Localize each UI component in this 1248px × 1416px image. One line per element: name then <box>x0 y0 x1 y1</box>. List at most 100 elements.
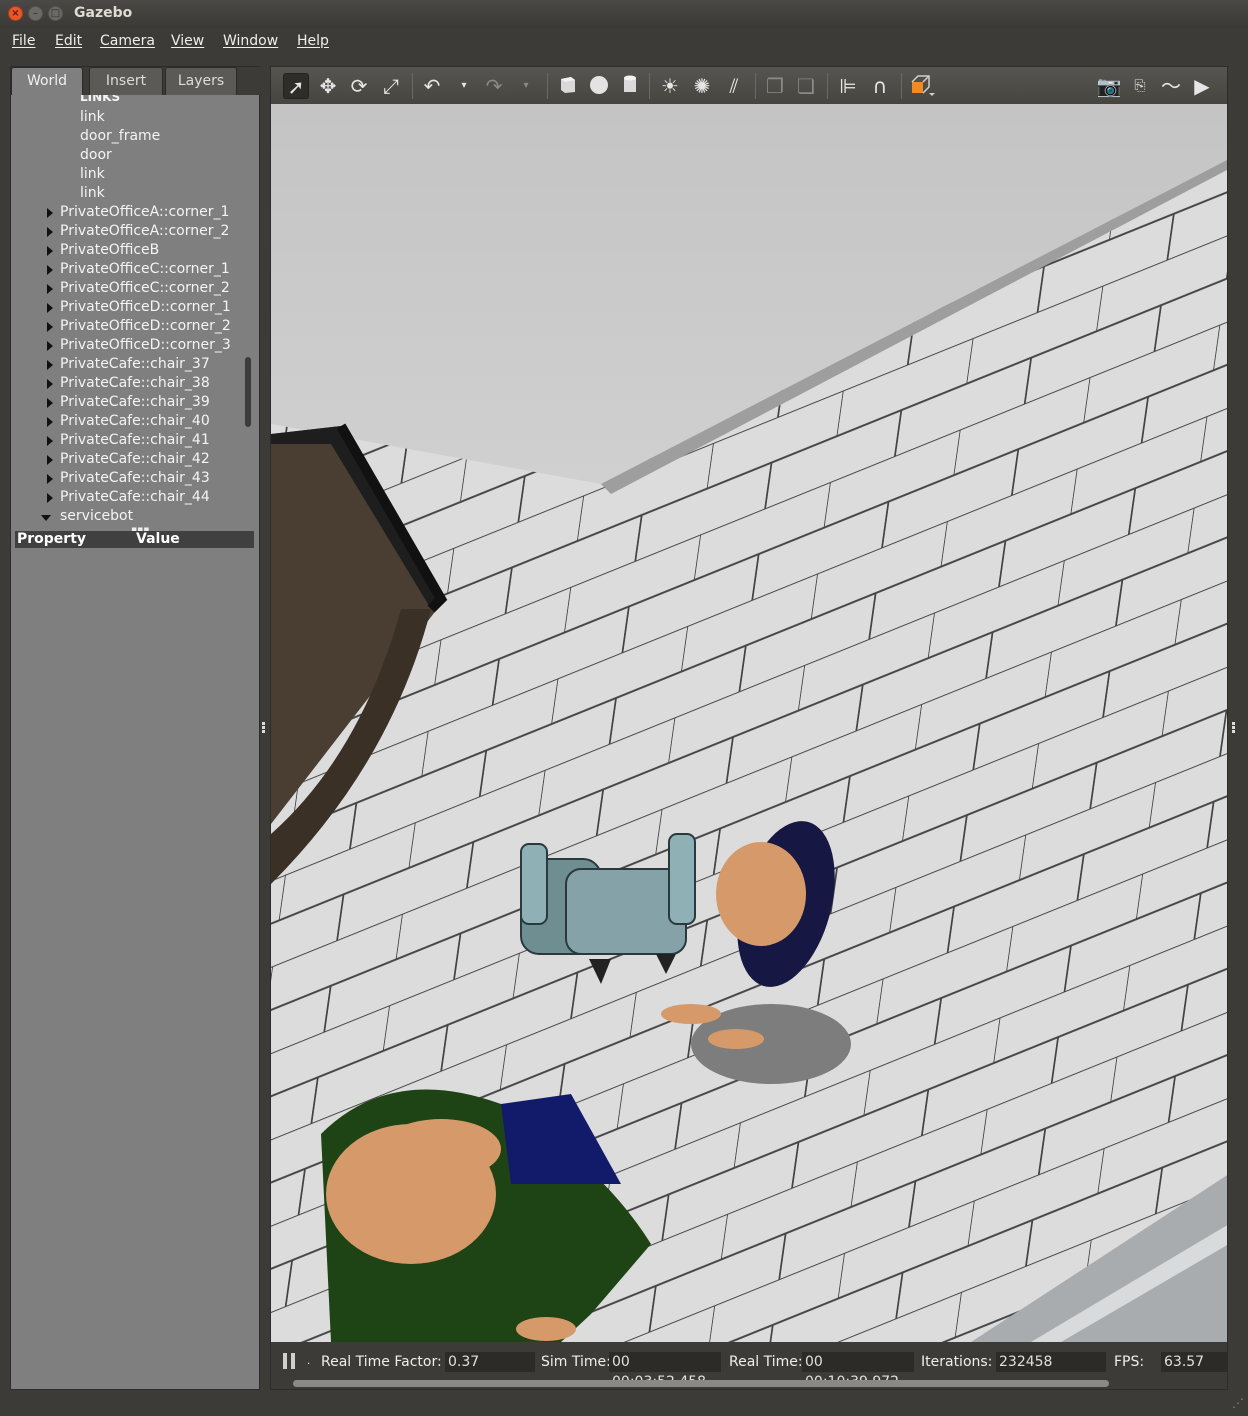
select-mode-icon[interactable]: ➚ <box>283 73 309 99</box>
tree-model-label: PrivateOfficeD::corner_2 <box>60 318 231 334</box>
align-icon[interactable]: ⊫ <box>835 73 861 99</box>
horizontal-scrollbar[interactable] <box>293 1380 1109 1387</box>
redo-icon[interactable]: ↷ <box>481 73 507 99</box>
right-splitter-grip[interactable] <box>1232 722 1236 734</box>
menu-bar: File Edit Camera View Window Help <box>0 28 1248 58</box>
menu-help[interactable]: Help <box>297 33 329 49</box>
menu-file[interactable]: File <box>12 33 35 49</box>
real-time-label: Real Time: <box>729 1354 803 1370</box>
collapse-arrow-icon[interactable] <box>41 515 51 521</box>
view-angle-icon[interactable] <box>909 73 935 99</box>
tree-link-item[interactable]: link <box>80 185 105 204</box>
pause-icon[interactable] <box>283 1353 297 1369</box>
expand-arrow-icon[interactable] <box>47 398 53 408</box>
expand-arrow-icon[interactable] <box>47 474 53 484</box>
spot-light-icon[interactable]: ✺ <box>689 73 715 99</box>
toolbar-separator <box>547 73 548 99</box>
directional-light-icon[interactable]: ⫽ <box>721 73 747 99</box>
tree-model-label: servicebot <box>60 508 134 524</box>
undo-icon[interactable]: ↶ <box>419 73 445 99</box>
point-light-icon[interactable]: ☀ <box>657 73 683 99</box>
box-shape-icon[interactable] <box>555 73 581 99</box>
screenshot-camera-icon[interactable]: 📷 <box>1096 73 1122 99</box>
3d-viewport[interactable] <box>271 104 1227 1342</box>
translate-mode-icon[interactable]: ✥ <box>315 73 341 99</box>
maximize-window-button[interactable]: □ <box>48 6 63 21</box>
paste-icon[interactable]: ❏ <box>793 73 819 99</box>
iterations-value: 232458 <box>996 1352 1106 1372</box>
panel-tabs: World Insert Layers <box>11 67 261 95</box>
tree-model-label: PrivateCafe::chair_41 <box>60 432 210 448</box>
tree-model-label: PrivateCafe::chair_40 <box>60 413 210 429</box>
sim-time-value: 00 00:03:52.458 <box>609 1352 721 1389</box>
snap-magnet-icon[interactable]: ∩ <box>867 73 893 99</box>
redo-dropdown-icon[interactable]: ▾ <box>513 73 539 99</box>
menu-view[interactable]: View <box>171 33 204 49</box>
log-icon[interactable]: ⎘ <box>1127 73 1153 99</box>
toolbar-separator <box>901 73 902 99</box>
left-panel: World Insert Layers LINKS link door_fram… <box>10 66 261 1390</box>
rotate-mode-icon[interactable]: ⟳ <box>346 73 372 99</box>
tree-model-label: PrivateCafe::chair_42 <box>60 451 210 467</box>
tree-model-label: PrivateCafe::chair_38 <box>60 375 210 391</box>
expand-arrow-icon[interactable] <box>47 493 53 503</box>
tree-link-item[interactable]: link <box>80 109 105 128</box>
expand-arrow-icon[interactable] <box>47 322 53 332</box>
expand-arrow-icon[interactable] <box>47 379 53 389</box>
property-table-header: Property Value <box>15 531 254 548</box>
tree-scrollbar[interactable] <box>245 357 251 427</box>
tree-links-header: LINKS <box>80 95 121 104</box>
close-window-button[interactable]: × <box>8 6 23 21</box>
expand-arrow-icon[interactable] <box>47 417 53 427</box>
status-bar: . Real Time Factor: 0.37 Sim Time: 00 00… <box>271 1342 1227 1389</box>
menu-window[interactable]: Window <box>223 33 278 49</box>
menu-edit[interactable]: Edit <box>55 33 82 49</box>
window-title: Gazebo <box>74 5 133 21</box>
tree-model-label: PrivateOfficeD::corner_3 <box>60 337 231 353</box>
tab-layers[interactable]: Layers <box>165 67 237 95</box>
expand-arrow-icon[interactable] <box>47 227 53 237</box>
scene-render <box>271 104 1227 1342</box>
world-tree: LINKS link door_frame door link link Pri… <box>11 95 243 533</box>
undo-dropdown-icon[interactable]: ▾ <box>451 73 477 99</box>
tree-link-item[interactable]: door_frame <box>80 128 160 147</box>
resize-grip-icon[interactable]: ⋰ <box>1232 1396 1244 1410</box>
expand-arrow-icon[interactable] <box>47 455 53 465</box>
expand-arrow-icon[interactable] <box>47 341 53 351</box>
left-splitter-grip[interactable] <box>262 722 266 734</box>
real-time-value: 00 00:10:39.972 <box>802 1352 914 1389</box>
tree-model-label: PrivateOfficeA::corner_1 <box>60 204 230 220</box>
copy-icon[interactable]: ❐ <box>762 73 788 99</box>
toolbar-separator <box>827 73 828 99</box>
real-time-factor-label: Real Time Factor: <box>321 1354 442 1370</box>
cylinder-shape-icon[interactable] <box>617 73 643 99</box>
expand-arrow-icon[interactable] <box>47 246 53 256</box>
expand-arrow-icon[interactable] <box>47 265 53 275</box>
scale-mode-icon[interactable]: ⤢ <box>378 73 404 99</box>
sim-time-label: Sim Time: <box>541 1354 611 1370</box>
tree-model-label: PrivateCafe::chair_37 <box>60 356 210 372</box>
title-bar: × – □ Gazebo <box>0 0 1248 28</box>
toolbar: ➚ ✥ ⟳ ⤢ ↶ ▾ ↷ ▾ ☀ ✺ ⫽ ❐ ❏ ⊫ ∩ 📷 ⎘ 〜 ▶ <box>271 67 1227 104</box>
menu-camera[interactable]: Camera <box>100 33 155 49</box>
tree-model-label: PrivateOfficeB <box>60 242 160 258</box>
tab-world[interactable]: World <box>11 67 83 95</box>
expand-arrow-icon[interactable] <box>47 208 53 218</box>
expand-arrow-icon[interactable] <box>47 303 53 313</box>
tree-link-item[interactable]: link <box>80 166 105 185</box>
iterations-label: Iterations: <box>921 1354 993 1370</box>
record-video-icon[interactable]: ▶ <box>1189 73 1215 99</box>
toolbar-separator <box>649 73 650 99</box>
expand-arrow-icon[interactable] <box>47 284 53 294</box>
sphere-shape-icon[interactable] <box>586 73 612 99</box>
tree-model-label: PrivateOfficeA::corner_2 <box>60 223 230 239</box>
tab-insert[interactable]: Insert <box>89 67 163 95</box>
tree-model-label: PrivateCafe::chair_44 <box>60 489 210 505</box>
render-area: ➚ ✥ ⟳ ⤢ ↶ ▾ ↷ ▾ ☀ ✺ ⫽ ❐ ❏ ⊫ ∩ 📷 ⎘ 〜 ▶ . … <box>270 66 1228 1390</box>
tree-link-item[interactable]: door <box>80 147 112 166</box>
expand-arrow-icon[interactable] <box>47 360 53 370</box>
real-time-factor-value: 0.37 <box>445 1352 535 1372</box>
plot-icon[interactable]: 〜 <box>1158 73 1184 99</box>
expand-arrow-icon[interactable] <box>47 436 53 446</box>
minimize-window-button[interactable]: – <box>28 6 43 21</box>
